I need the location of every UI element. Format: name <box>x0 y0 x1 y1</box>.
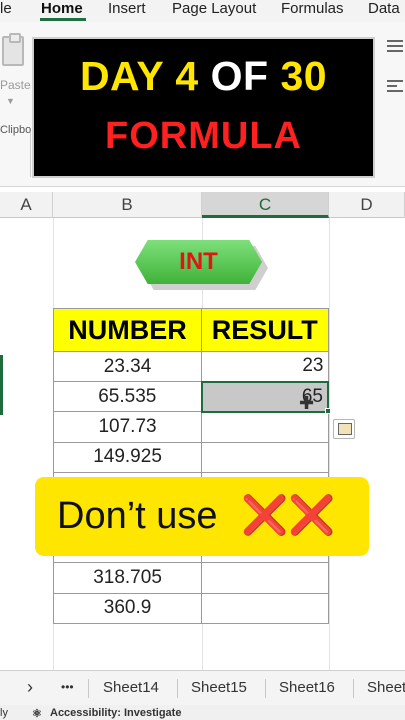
result-cell[interactable] <box>201 441 329 473</box>
header-result[interactable]: RESULT <box>201 308 329 352</box>
grid-line <box>329 218 330 670</box>
accessibility-status[interactable]: Accessibility: Investigate <box>50 707 181 719</box>
table-row: 149.925 <box>52 441 329 473</box>
chevron-down-icon[interactable]: ▼ <box>6 96 15 106</box>
result-cell[interactable]: 23 <box>201 350 329 383</box>
table-row: 107.73 <box>52 411 329 443</box>
number-cell[interactable]: 107.73 <box>52 411 203 443</box>
result-cell[interactable] <box>201 562 329 594</box>
table-row: 23.34 23 <box>52 350 329 383</box>
tab-separator <box>88 679 89 698</box>
align-left-icon[interactable] <box>387 80 403 94</box>
banner-line-2: FORMULA <box>105 115 302 157</box>
cross-mark-icon: ❌❌ <box>241 495 336 537</box>
sheet-tab-bar: › ••• Sheet14 Sheet15 Sheet16 Sheet <box>0 670 405 705</box>
column-header-b[interactable]: B <box>53 192 202 218</box>
status-ready: ly <box>0 707 8 719</box>
int-label: INT <box>179 248 218 275</box>
tab-separator <box>265 679 266 698</box>
header-number[interactable]: NUMBER <box>52 308 203 352</box>
ribbon-separator <box>30 132 31 177</box>
tab-separator <box>353 679 354 698</box>
paste-icon[interactable] <box>2 33 24 66</box>
column-header-a[interactable]: A <box>0 192 53 218</box>
data-table: NUMBER RESULT 23.34 23 65.535 65 107.73 14… <box>52 308 330 624</box>
banner-total: 30 <box>280 53 328 99</box>
tab-formulas[interactable]: Formulas <box>281 0 344 18</box>
number-cell[interactable]: 65.535 <box>52 381 203 413</box>
table-row: 318.705 <box>52 562 329 594</box>
banner-day: DAY 4 <box>79 53 199 99</box>
excel-window: le Home Insert Page Layout Formulas Data… <box>0 0 405 720</box>
column-header-c[interactable]: C <box>202 192 329 218</box>
paste-button-label[interactable]: Paste <box>0 78 31 92</box>
result-cell[interactable] <box>201 411 329 443</box>
table-header-row: NUMBER RESULT <box>52 308 329 352</box>
tab-file[interactable]: le <box>0 0 12 18</box>
tab-insert[interactable]: Insert <box>108 0 146 18</box>
banner-line-1: DAY 4 OF 30 <box>34 53 373 100</box>
number-cell[interactable]: 318.705 <box>52 562 203 594</box>
fill-handle[interactable] <box>325 408 331 414</box>
clipboard-group-label: Clipbo <box>0 124 32 136</box>
overlay-text: Don’t use <box>57 495 218 537</box>
active-tab-indicator <box>40 18 86 21</box>
column-headers: A B C D <box>0 192 405 218</box>
column-header-d[interactable]: D <box>329 192 405 218</box>
table-row: 65.535 65 <box>52 380 330 413</box>
tab-page-layout[interactable]: Page Layout <box>172 0 256 18</box>
move-cursor-icon: ✚ <box>299 393 315 413</box>
tab-separator <box>177 679 178 698</box>
number-cell[interactable]: 149.925 <box>52 441 203 473</box>
sheet-tab-sheet15[interactable]: Sheet15 <box>191 671 247 706</box>
table-row: 360.9 <box>52 592 329 624</box>
number-cell[interactable]: 360.9 <box>52 592 203 624</box>
selected-row-indicator <box>0 355 3 415</box>
warning-overlay: Don’t use ❌❌ <box>35 477 369 556</box>
number-cell[interactable]: 23.34 <box>52 350 203 383</box>
ribbon-tabs: le Home Insert Page Layout Formulas Data <box>0 0 405 22</box>
sheet-nav-next-icon[interactable]: › <box>27 671 33 706</box>
status-bar: ly ⚛ Accessibility: Investigate <box>0 705 405 720</box>
tab-data[interactable]: Data <box>368 0 400 18</box>
sheet-tab-sheet16[interactable]: Sheet16 <box>279 671 335 706</box>
result-cell[interactable] <box>201 592 329 624</box>
quick-analysis-icon[interactable] <box>333 419 355 439</box>
sheet-tab-sheet14[interactable]: Sheet14 <box>103 671 159 706</box>
title-banner: DAY 4 OF 30 FORMULA <box>32 37 375 178</box>
more-sheets-icon[interactable]: ••• <box>61 671 74 706</box>
align-lines-icon[interactable] <box>387 40 403 54</box>
sheet-tab-next[interactable]: Sheet <box>367 671 405 706</box>
accessibility-icon[interactable]: ⚛ <box>32 707 42 720</box>
banner-of: OF <box>210 53 269 99</box>
tab-home[interactable]: Home <box>41 0 83 18</box>
